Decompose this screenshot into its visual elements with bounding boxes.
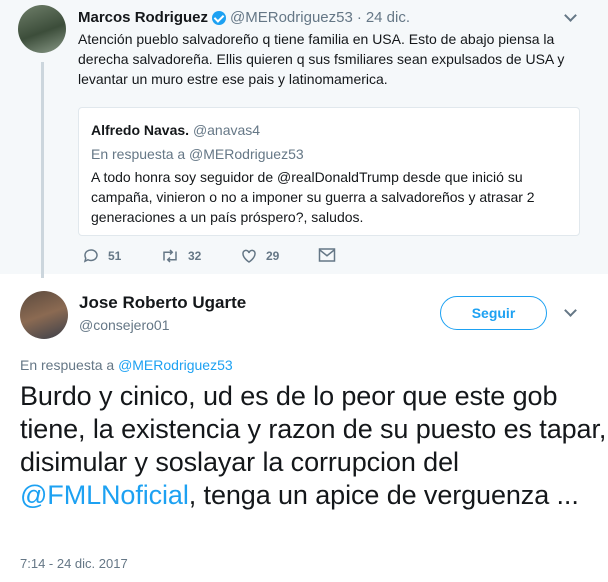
message-icon bbox=[318, 248, 336, 262]
reply-context: En respuesta a @MERodriguez53 bbox=[20, 357, 233, 373]
tweet-header: Marcos Rodriguez @MERodriguez53 · 24 dic… bbox=[78, 9, 410, 26]
tweet-text-end: , tenga un apice de verguenza ... bbox=[188, 480, 579, 510]
reply-context-prefix: En respuesta a bbox=[20, 357, 119, 373]
like-action[interactable]: 29 bbox=[240, 247, 279, 265]
like-icon bbox=[242, 249, 256, 263]
reply-action[interactable]: 51 bbox=[82, 247, 121, 265]
avatar[interactable] bbox=[20, 291, 68, 339]
tweet-date[interactable]: 24 dic. bbox=[366, 9, 410, 26]
verified-badge-icon bbox=[212, 10, 227, 25]
quoted-author-name: Alfredo Navas. bbox=[91, 122, 190, 138]
author-name[interactable]: Marcos Rodriguez bbox=[78, 9, 208, 26]
chevron-down-icon[interactable] bbox=[564, 304, 577, 317]
separator: · bbox=[356, 9, 362, 26]
retweet-action[interactable]: 32 bbox=[160, 247, 201, 265]
retweet-count: 32 bbox=[188, 249, 202, 263]
like-count: 29 bbox=[266, 249, 280, 263]
quoted-tweet[interactable]: Alfredo Navas. @anavas4 En respuesta a @… bbox=[78, 107, 580, 236]
thread-connector-line bbox=[41, 62, 44, 278]
reply-icon bbox=[83, 249, 98, 263]
quoted-reply-context: En respuesta a @MERodriguez53 bbox=[91, 146, 304, 162]
author-handle[interactable]: @MERodriguez53 bbox=[230, 9, 353, 26]
reply-context-handle-link[interactable]: @MERodriguez53 bbox=[118, 357, 233, 373]
tweet-timestamp[interactable]: 7:14 - 24 dic. 2017 bbox=[20, 556, 128, 571]
quoted-tweet-text: A todo honra soy seguidor de @realDonald… bbox=[91, 169, 535, 225]
tweet-text-start: Burdo y cinico, ud es de lo peor que est… bbox=[20, 381, 607, 477]
reply-count: 51 bbox=[108, 249, 122, 263]
author-name[interactable]: Jose Roberto Ugarte bbox=[79, 293, 246, 313]
follow-button[interactable]: Seguir bbox=[440, 296, 547, 330]
author-handle[interactable]: @consejero01 bbox=[79, 317, 170, 333]
avatar[interactable] bbox=[18, 5, 66, 53]
mention-link[interactable]: @FMLNoficial bbox=[20, 480, 189, 510]
message-action[interactable] bbox=[318, 247, 336, 263]
quoted-author-line: Alfredo Navas. @anavas4 bbox=[91, 122, 260, 138]
quoted-author-handle: @anavas4 bbox=[192, 122, 261, 138]
tweet-actions: 51 32 29 bbox=[82, 247, 362, 269]
retweet-icon bbox=[163, 249, 177, 263]
tweet-text: Burdo y cinico, ud es de lo peor que est… bbox=[20, 380, 608, 512]
tweet-text: Atención pueblo salvadoreño q tiene fami… bbox=[78, 31, 565, 87]
